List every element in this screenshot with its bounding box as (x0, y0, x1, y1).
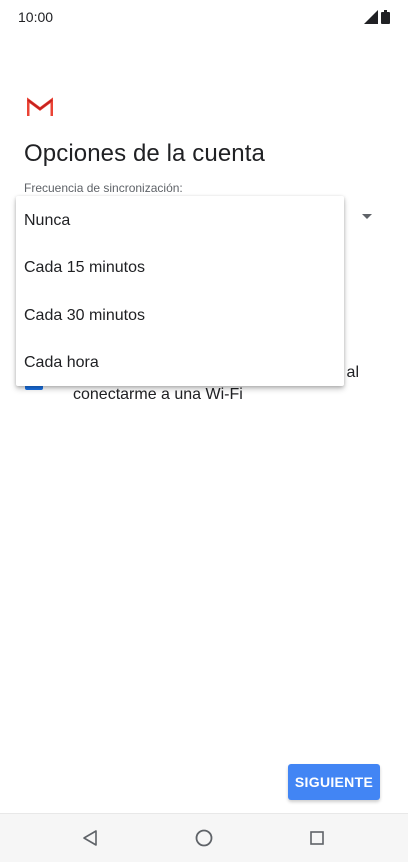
battery-icon (381, 10, 390, 24)
gmail-logo-icon (27, 97, 53, 116)
sync-frequency-label: Frecuencia de sincronización: (24, 181, 183, 195)
status-time: 10:00 (18, 9, 54, 25)
page-title: Opciones de la cuenta (24, 140, 265, 167)
navigation-bar (0, 813, 408, 862)
home-icon[interactable] (192, 826, 216, 850)
status-bar: 10:00 (0, 0, 408, 36)
status-icons (364, 10, 390, 24)
signal-icon (364, 10, 378, 24)
dropdown-option-30-min[interactable]: Cada 30 minutos (16, 292, 344, 339)
sync-frequency-dropdown: Nunca Cada 15 minutos Cada 30 minutos Ca… (16, 196, 344, 386)
next-button[interactable]: SIGUIENTE (288, 764, 380, 800)
dropdown-arrow-icon[interactable] (362, 214, 372, 219)
dropdown-option-hourly[interactable]: Cada hora (16, 339, 344, 386)
back-icon[interactable] (78, 826, 102, 850)
recents-icon[interactable] (305, 826, 329, 850)
checkbox-label-line2: conectarme a una Wi-Fi (73, 386, 243, 403)
dropdown-option-nunca[interactable]: Nunca (16, 197, 344, 244)
dropdown-option-15-min[interactable]: Cada 15 minutos (16, 244, 344, 291)
